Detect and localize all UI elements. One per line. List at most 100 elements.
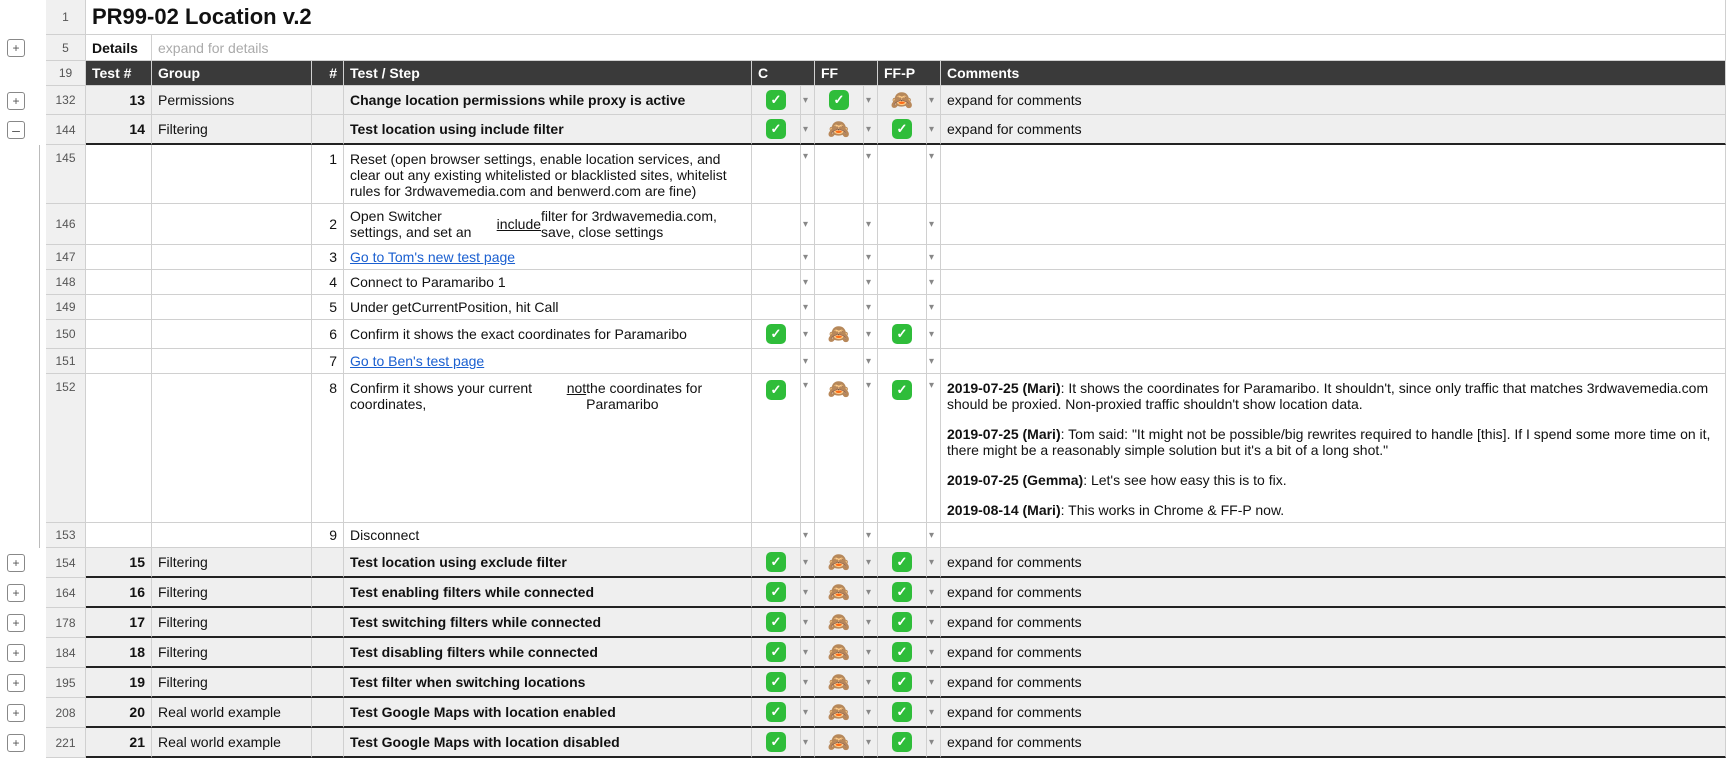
comments-cell[interactable]: expand for comments — [941, 698, 1726, 728]
step-number: 8 — [312, 374, 344, 523]
dropdown-arrow[interactable]: ▾ — [801, 270, 815, 295]
status-ff: 🙈 — [815, 320, 864, 349]
outline-toggle[interactable]: + — [0, 35, 32, 61]
dropdown-arrow[interactable]: ▾ — [864, 270, 878, 295]
dropdown-arrow[interactable]: ▾ — [801, 374, 815, 523]
dropdown-arrow[interactable]: ▾ — [801, 245, 815, 270]
dropdown-arrow[interactable]: ▾ — [801, 523, 815, 548]
dropdown-arrow[interactable]: ▾ — [864, 204, 878, 245]
dropdown-arrow[interactable]: ▾ — [927, 578, 941, 608]
comments-cell[interactable] — [941, 349, 1726, 374]
dropdown-arrow[interactable]: ▾ — [864, 578, 878, 608]
expand-icon[interactable]: + — [7, 674, 25, 692]
dropdown-arrow[interactable]: ▾ — [864, 115, 878, 145]
status-ff: 🙈 — [815, 668, 864, 698]
dropdown-arrow[interactable]: ▾ — [927, 245, 941, 270]
outline-toggle[interactable]: + — [0, 578, 32, 608]
comments-cell[interactable]: expand for comments — [941, 548, 1726, 578]
outline-toggle[interactable]: + — [0, 548, 32, 578]
comments-cell[interactable] — [941, 245, 1726, 270]
dropdown-arrow[interactable]: ▾ — [864, 548, 878, 578]
outline-toggle[interactable]: + — [0, 608, 32, 638]
dropdown-arrow[interactable]: ▾ — [927, 320, 941, 349]
dropdown-arrow[interactable]: ▾ — [864, 295, 878, 320]
dropdown-arrow[interactable]: ▾ — [927, 145, 941, 204]
outline-spine — [32, 61, 46, 86]
comments-cell[interactable]: expand for comments — [941, 578, 1726, 608]
dropdown-arrow[interactable]: ▾ — [927, 728, 941, 758]
dropdown-arrow[interactable]: ▾ — [927, 523, 941, 548]
expand-icon[interactable]: + — [7, 554, 25, 572]
step-link[interactable]: Go to Ben's test page — [350, 353, 484, 369]
dropdown-arrow[interactable]: ▾ — [801, 145, 815, 204]
dropdown-arrow[interactable]: ▾ — [801, 578, 815, 608]
dropdown-arrow[interactable]: ▾ — [927, 374, 941, 523]
dropdown-arrow[interactable]: ▾ — [801, 295, 815, 320]
dropdown-arrow[interactable]: ▾ — [864, 349, 878, 374]
comments-cell[interactable]: expand for comments — [941, 86, 1726, 115]
outline-toggle[interactable]: – — [0, 115, 32, 145]
dropdown-arrow[interactable]: ▾ — [864, 374, 878, 523]
dropdown-arrow[interactable]: ▾ — [801, 638, 815, 668]
dropdown-arrow[interactable]: ▾ — [801, 668, 815, 698]
dropdown-arrow[interactable]: ▾ — [927, 548, 941, 578]
comments-cell[interactable] — [941, 145, 1726, 204]
dropdown-arrow[interactable]: ▾ — [801, 698, 815, 728]
outline-toggle[interactable]: + — [0, 668, 32, 698]
step-link[interactable]: Go to Tom's new test page — [350, 249, 515, 265]
dropdown-arrow[interactable]: ▾ — [927, 668, 941, 698]
dropdown-arrow[interactable]: ▾ — [927, 608, 941, 638]
expand-icon[interactable]: + — [7, 614, 25, 632]
dropdown-arrow[interactable]: ▾ — [801, 608, 815, 638]
comments-cell[interactable]: expand for comments — [941, 608, 1726, 638]
dropdown-arrow[interactable]: ▾ — [864, 86, 878, 115]
dropdown-arrow[interactable]: ▾ — [864, 145, 878, 204]
dropdown-arrow[interactable]: ▾ — [801, 115, 815, 145]
dropdown-arrow[interactable]: ▾ — [864, 523, 878, 548]
details-hint[interactable]: expand for details — [152, 35, 1726, 61]
expand-icon[interactable]: + — [7, 584, 25, 602]
dropdown-arrow[interactable]: ▾ — [864, 728, 878, 758]
outline-toggle[interactable]: + — [0, 698, 32, 728]
comments-cell[interactable]: expand for comments — [941, 638, 1726, 668]
outline-toggle[interactable]: + — [0, 728, 32, 758]
dropdown-arrow[interactable]: ▾ — [927, 270, 941, 295]
dropdown-arrow[interactable]: ▾ — [864, 608, 878, 638]
comments-cell[interactable]: expand for comments — [941, 668, 1726, 698]
comments-cell[interactable] — [941, 523, 1726, 548]
dropdown-arrow[interactable]: ▾ — [801, 728, 815, 758]
comments-cell[interactable] — [941, 295, 1726, 320]
dropdown-arrow[interactable]: ▾ — [801, 548, 815, 578]
dropdown-arrow[interactable]: ▾ — [927, 698, 941, 728]
dropdown-arrow[interactable]: ▾ — [864, 668, 878, 698]
step-number — [312, 668, 344, 698]
dropdown-arrow[interactable]: ▾ — [927, 349, 941, 374]
collapse-icon[interactable]: – — [7, 121, 25, 139]
dropdown-arrow[interactable]: ▾ — [927, 86, 941, 115]
dropdown-arrow[interactable]: ▾ — [864, 698, 878, 728]
expand-icon[interactable]: + — [7, 39, 25, 57]
comments-cell[interactable]: expand for comments — [941, 115, 1726, 145]
dropdown-arrow[interactable]: ▾ — [801, 86, 815, 115]
expand-icon[interactable]: + — [7, 644, 25, 662]
expand-icon[interactable]: + — [7, 92, 25, 110]
comments-cell[interactable] — [941, 270, 1726, 295]
comments-cell[interactable] — [941, 320, 1726, 349]
dropdown-arrow[interactable]: ▾ — [864, 638, 878, 668]
dropdown-arrow[interactable]: ▾ — [927, 204, 941, 245]
expand-icon[interactable]: + — [7, 704, 25, 722]
dropdown-arrow[interactable]: ▾ — [801, 204, 815, 245]
outline-toggle[interactable]: + — [0, 638, 32, 668]
comments-cell[interactable]: expand for comments — [941, 728, 1726, 758]
dropdown-arrow[interactable]: ▾ — [801, 320, 815, 349]
comments-cell[interactable] — [941, 204, 1726, 245]
dropdown-arrow[interactable]: ▾ — [927, 115, 941, 145]
dropdown-arrow[interactable]: ▾ — [927, 638, 941, 668]
dropdown-arrow[interactable]: ▾ — [864, 245, 878, 270]
comments-cell[interactable]: 2019-07-25 (Mari): It shows the coordina… — [941, 374, 1726, 523]
outline-toggle[interactable]: + — [0, 86, 32, 115]
expand-icon[interactable]: + — [7, 734, 25, 752]
dropdown-arrow[interactable]: ▾ — [927, 295, 941, 320]
dropdown-arrow[interactable]: ▾ — [864, 320, 878, 349]
dropdown-arrow[interactable]: ▾ — [801, 349, 815, 374]
